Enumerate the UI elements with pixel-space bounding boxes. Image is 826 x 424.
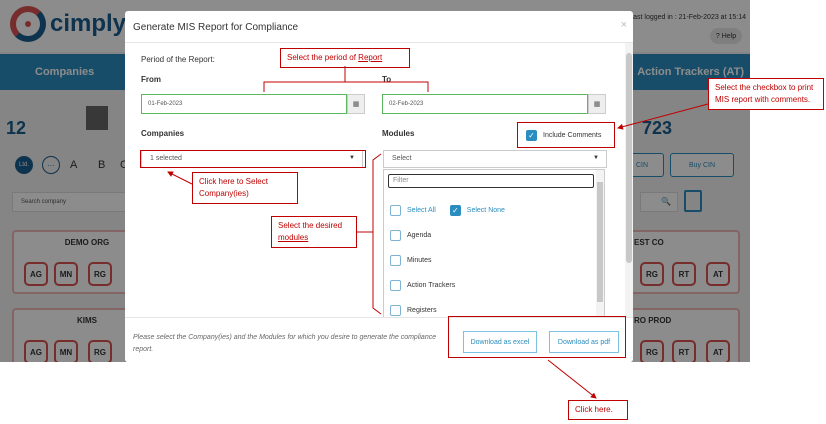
from-label: From <box>141 75 161 84</box>
callout-period-text: Select the period of <box>287 53 356 62</box>
modules-label: Modules <box>382 129 415 138</box>
module-option[interactable]: Agenda <box>390 230 431 241</box>
period-label: Period of the Report: <box>141 55 215 64</box>
close-icon[interactable]: × <box>621 19 627 31</box>
module-option-label: Agenda <box>407 232 432 239</box>
callout-period: Select the period of Report <box>280 48 410 68</box>
select-all-option[interactable]: Select All ✓ Select None <box>390 205 505 216</box>
select-all-label: Select All <box>407 207 436 214</box>
modules-filter-input[interactable]: Filter <box>388 174 594 188</box>
include-comments-label: Include Comments <box>543 131 602 139</box>
footer-instructions: Please select the Company(ies) and the M… <box>133 334 437 353</box>
callout-modules-link: modules <box>278 233 309 242</box>
module-option-label: Registers <box>407 307 437 314</box>
module-option[interactable]: Action Trackers <box>390 280 455 291</box>
caret-down-icon: ▼ <box>593 155 599 161</box>
module-option-label: Minutes <box>407 257 432 264</box>
modules-dropdown: Filter Select All ✓ Select None Agenda M… <box>383 169 605 327</box>
modules-select-value: Select <box>392 155 412 162</box>
callout-modules-text: Select the desired <box>278 221 343 230</box>
callout-click-here: Click here. <box>568 400 628 420</box>
tutorial-screenshot: cimply Last logged in : 21-Feb-2023 at 1… <box>0 0 826 424</box>
checkbox-icon[interactable] <box>390 205 401 216</box>
calendar-icon[interactable]: ▦ <box>347 94 365 114</box>
select-none-label: Select None <box>466 207 505 214</box>
checkbox-icon[interactable] <box>390 280 401 291</box>
from-date-input[interactable]: 01-Feb-2023 <box>141 94 347 114</box>
modal-title: Generate MIS Report for Compliance <box>133 22 299 33</box>
checkbox-icon[interactable] <box>390 230 401 241</box>
click-here-arrow <box>547 359 597 399</box>
callout-checkbox: Select the checkbox to print MIS report … <box>708 78 824 110</box>
checkbox-checked-icon[interactable]: ✓ <box>526 129 537 141</box>
checkbox-checked-icon[interactable]: ✓ <box>449 205 461 216</box>
to-label: To <box>382 75 392 84</box>
modal-header: Generate MIS Report for Compliance × <box>125 11 633 43</box>
modules-select[interactable]: Select ▼ <box>383 150 607 168</box>
checkbox-icon[interactable] <box>390 305 401 316</box>
calendar-icon[interactable]: ▦ <box>588 94 606 114</box>
checkbox-icon[interactable] <box>390 255 401 266</box>
modal-scrollbar[interactable] <box>625 43 633 323</box>
module-option[interactable]: Registers <box>390 305 437 316</box>
dropdown-scrollbar[interactable] <box>596 170 604 326</box>
include-comments-toggle[interactable]: ✓ Include Comments <box>517 122 615 148</box>
companies-label: Companies <box>141 129 185 138</box>
to-date-input[interactable]: 02-Feb-2023 <box>382 94 588 114</box>
companies-highlight <box>140 150 366 168</box>
module-option-label: Action Trackers <box>407 282 456 289</box>
callout-period-link: Report <box>358 53 383 62</box>
module-option[interactable]: Minutes <box>390 255 432 266</box>
download-highlight <box>448 316 626 358</box>
callout-modules: Select the desired modules <box>271 216 357 248</box>
callout-company: Click here to Select Company(ies) <box>192 172 298 204</box>
